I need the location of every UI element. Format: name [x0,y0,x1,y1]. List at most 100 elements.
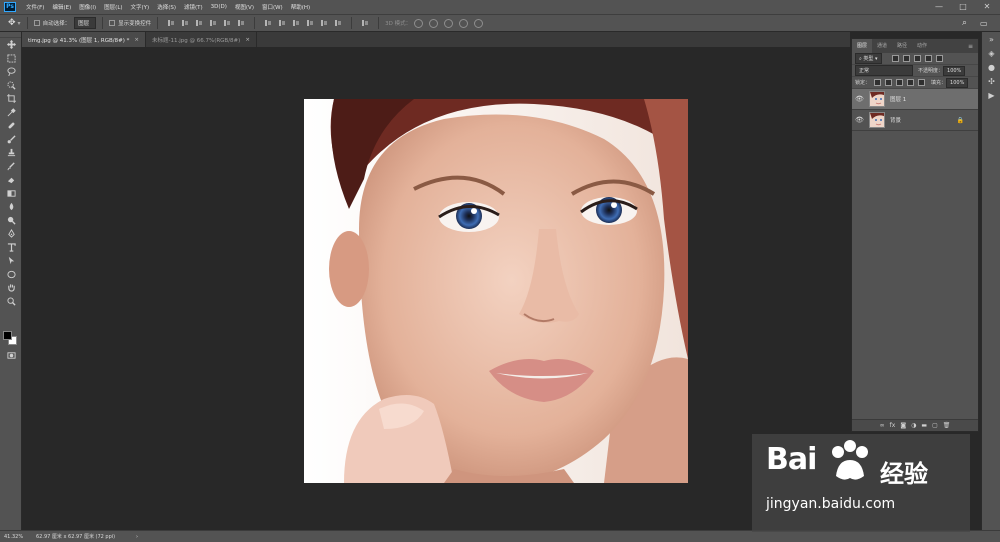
canvas-area[interactable] [22,47,850,530]
lock-all-icon[interactable] [918,79,926,86]
menu-layer[interactable]: 图层(L) [100,3,126,11]
blur-tool-icon[interactable] [0,200,22,214]
tool-preset-chevron-icon[interactable]: ▾ [18,20,21,27]
clone-stamp-tool-icon[interactable] [0,146,22,160]
align-top-icon[interactable] [167,19,175,27]
type-tool-icon[interactable] [0,241,22,255]
lock-position-icon[interactable] [896,79,904,86]
minimize-button[interactable]: — [928,0,950,14]
align-bottom-icon[interactable] [195,19,203,27]
eraser-tool-icon[interactable] [0,173,22,187]
panel-menu-icon[interactable]: ≡ [968,43,973,50]
search-icon[interactable]: ⌕ [962,18,967,28]
align-left-icon[interactable] [209,19,217,27]
auto-select-dropdown[interactable]: 图层 [74,17,97,29]
tab-actions[interactable]: 动作 [912,39,932,53]
status-menu-arrow-icon[interactable]: › [136,534,138,540]
marquee-tool-icon[interactable] [0,52,22,66]
layer-name[interactable]: 图层 1 [890,95,906,103]
play-actions-icon[interactable]: ▶ [982,88,1000,102]
healing-brush-tool-icon[interactable] [0,119,22,133]
zoom-level[interactable]: 41.32% [4,534,23,540]
scale-3d-icon[interactable] [474,18,484,28]
filter-type-icon[interactable] [913,55,921,62]
tab-channels[interactable]: 通道 [872,39,892,53]
collapse-panels-icon[interactable]: » [982,32,1000,46]
foreground-color-swatch[interactable] [3,331,12,340]
canvas-image[interactable] [304,99,688,483]
eyedropper-tool-icon[interactable] [0,106,22,120]
new-group-icon[interactable]: ▬ [921,422,927,429]
menu-image[interactable]: 图像(I) [75,3,100,11]
tab-untitled-11[interactable]: 未标题-11.jpg @ 66.7%(RGB/8#) × [145,32,257,47]
close-tab-icon[interactable]: × [245,37,250,43]
close-tab-icon[interactable]: × [134,37,139,43]
auto-select-checkbox[interactable] [33,20,40,26]
align-vcenter-icon[interactable] [181,19,189,27]
menu-3d[interactable]: 3D(D) [207,4,231,10]
dodge-tool-icon[interactable] [0,214,22,228]
align-hcenter-icon[interactable] [223,19,231,27]
menu-type[interactable]: 文字(Y) [127,3,154,11]
menu-help[interactable]: 帮助(H) [287,3,314,11]
distribute-vcenter-icon[interactable] [278,19,286,27]
distribute-right-icon[interactable] [334,19,342,27]
tab-layers[interactable]: 图层 [852,39,873,53]
move-tool-icon[interactable] [0,38,22,52]
roll-3d-icon[interactable] [429,18,439,28]
menu-select[interactable]: 选择(S) [153,3,180,11]
pen-tool-icon[interactable] [0,227,22,241]
distribute-bottom-icon[interactable] [292,19,300,27]
menu-window[interactable]: 窗口(W) [258,3,287,11]
layer-style-icon[interactable]: fx [890,422,896,429]
crop-tool-icon[interactable] [0,92,22,106]
tab-paths[interactable]: 路径 [892,39,912,53]
filter-smart-object-icon[interactable] [935,55,943,62]
slide-3d-icon[interactable] [459,18,469,28]
lock-transparency-icon[interactable] [874,79,882,86]
filter-shape-icon[interactable] [924,55,932,62]
add-mask-icon[interactable]: ◙ [900,422,906,429]
hand-tool-icon[interactable] [0,281,22,295]
layer-row[interactable]: 👁 背景 🔒 [852,110,978,131]
filter-adjustment-icon[interactable] [902,55,910,62]
fill-input[interactable]: 100% [946,77,969,88]
history-brush-tool-icon[interactable] [0,160,22,174]
adjustment-layer-icon[interactable]: ◑ [911,422,916,429]
eye-icon[interactable]: 👁 [855,95,865,103]
pan-3d-icon[interactable] [444,18,454,28]
tab-timg[interactable]: timg.jpg @ 41.3% (图层 1, RGB/8#) * × [22,32,146,47]
distribute-left-icon[interactable] [306,19,314,27]
kind-filter-dropdown[interactable]: ⌕ 类型 ▾ [855,53,882,64]
menu-file[interactable]: 文件(F) [22,3,48,11]
maximize-button[interactable]: □ [952,0,974,14]
color-icon[interactable]: ● [982,60,1000,74]
brush-tool-icon[interactable] [0,133,22,147]
close-window-button[interactable]: ✕ [976,0,998,14]
quick-select-tool-icon[interactable] [0,79,22,93]
properties-icon[interactable]: ✣ [982,74,1000,88]
lasso-tool-icon[interactable] [0,65,22,79]
lock-artboard-icon[interactable] [907,79,915,86]
delete-layer-icon[interactable]: 🗑 [943,422,951,429]
path-selection-tool-icon[interactable] [0,254,22,268]
distribute-top-icon[interactable] [264,19,272,27]
menu-view[interactable]: 视图(V) [231,3,258,11]
link-layers-icon[interactable]: ∞ [880,422,885,429]
align-right-icon[interactable] [237,19,245,27]
show-transform-checkbox[interactable] [109,20,116,26]
layers-stack-icon[interactable]: ◈ [982,46,1000,60]
shape-tool-icon[interactable] [0,268,22,282]
eye-icon[interactable]: 👁 [855,116,865,124]
distribute-hcenter-icon[interactable] [320,19,328,27]
zoom-tool-icon[interactable] [0,295,22,309]
menu-edit[interactable]: 编辑(E) [48,3,75,11]
swap-colors-icon[interactable] [0,308,22,316]
quick-mask-icon[interactable] [0,349,22,363]
filter-pixel-icon[interactable] [891,55,899,62]
layer-name[interactable]: 背景 [890,116,901,124]
blend-mode-dropdown[interactable]: 正常 [855,65,913,76]
menu-filter[interactable]: 滤镜(T) [180,3,207,11]
lock-pixels-icon[interactable] [885,79,893,86]
gradient-tool-icon[interactable] [0,187,22,201]
